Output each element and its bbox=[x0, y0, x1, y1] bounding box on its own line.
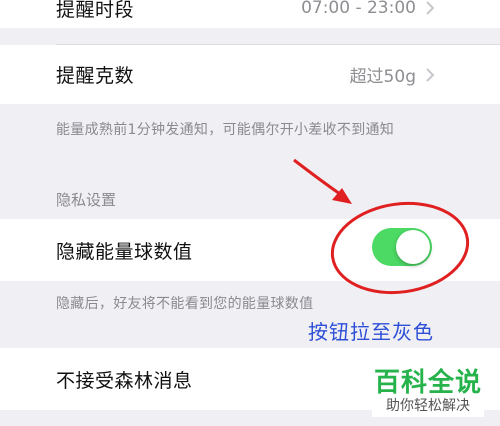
annotation-arrow-shaft bbox=[293, 158, 341, 196]
annotation-circle bbox=[330, 201, 470, 295]
watermark-title: 百科全说 bbox=[374, 368, 483, 398]
annotation-text: 按钮拉至灰色 bbox=[308, 320, 434, 344]
watermark-subtitle: 助你轻松解决 bbox=[372, 395, 484, 417]
